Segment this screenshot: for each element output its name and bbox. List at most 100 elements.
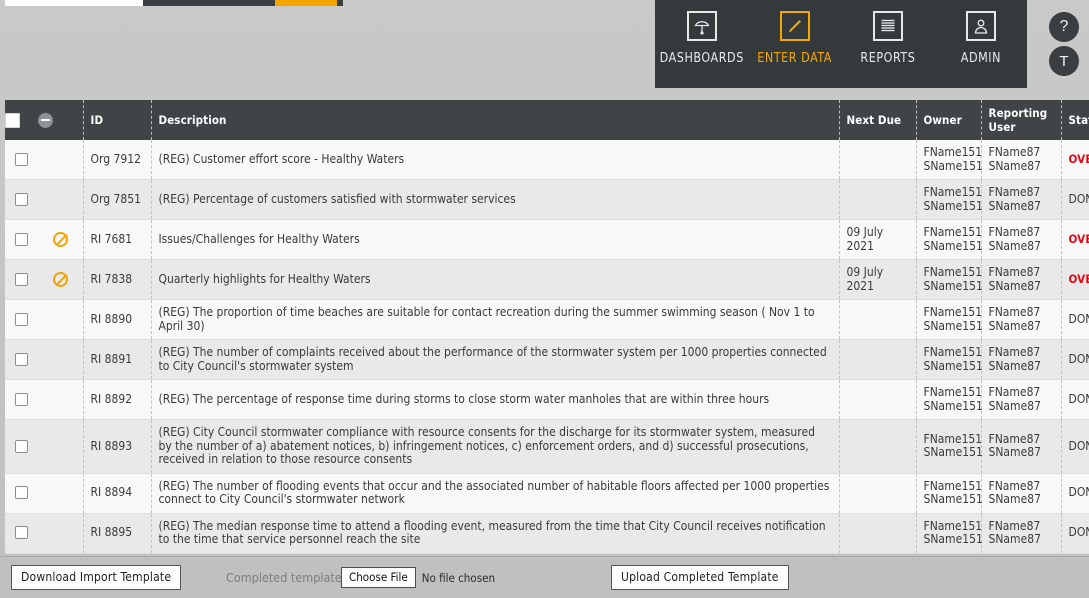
row-next-due-cell [839,379,917,420]
no-entry-icon[interactable] [52,272,68,287]
row-status-icon-cell[interactable] [38,339,84,380]
row-status-cell: OVERDUE [1061,219,1089,260]
header-description[interactable]: Description [151,100,840,140]
row-status-icon-cell[interactable] [38,473,84,514]
row-owner-cell: FName151 SName151 [916,259,983,300]
row-checkbox-icon[interactable] [15,152,28,166]
table-row[interactable]: Org 7851 (REG) Percentage of customers sa… [5,179,1089,220]
row-select-cell[interactable] [5,259,38,300]
header-next-due[interactable]: Next Due [839,100,917,140]
header-owner[interactable]: Owner [916,100,982,140]
status-badge: DONE [1068,525,1089,540]
row-select-cell[interactable] [5,339,38,380]
header-status[interactable]: Status [1061,100,1089,140]
row-checkbox-icon[interactable] [15,526,28,540]
row-select-cell[interactable] [5,219,38,260]
row-select-cell[interactable] [5,379,38,420]
row-reporting-user-cell: FName87 SName87 [981,219,1062,260]
row-owner-cell: FName151 SName151 [916,379,983,420]
upload-completed-template-button[interactable]: Upload Completed Template [611,565,789,590]
header-reporting-user[interactable]: Reporting User [981,100,1062,140]
header-deselect[interactable] [38,100,84,140]
row-checkbox-icon[interactable] [15,312,28,326]
table-row[interactable]: RI 8891 (REG) The number of complaints re… [5,339,1089,380]
table-row[interactable]: RI 8890 (REG) The proportion of time beac… [5,299,1089,340]
row-status-icon-cell[interactable] [38,219,84,260]
row-status-cell: DONE [1061,299,1089,340]
select-all-checkbox-icon[interactable] [5,112,20,128]
table-row[interactable]: RI 8893 (REG) City Council stormwater com… [5,419,1089,474]
nav-item-enter-data[interactable]: ENTER DATA [749,11,841,66]
header-id[interactable]: ID [83,100,152,140]
owner-name-line: FName151 [923,478,983,493]
row-description-cell: (REG) Percentage of customers satisfied … [151,179,840,220]
row-select-cell[interactable] [5,513,38,554]
row-select-cell[interactable] [5,140,38,180]
nav-label-admin: ADMIN [960,50,1001,66]
table-row[interactable]: RI 8894 (REG) The number of flooding even… [5,473,1089,514]
table-row[interactable]: Org 7912 (REG) Customer effort score - He… [5,140,1089,180]
nav-item-dashboards[interactable]: DASHBOARDS [656,11,748,66]
row-checkbox-icon[interactable] [15,192,28,206]
row-reporting-user-cell: FName87 SName87 [981,379,1062,420]
row-description-cell: (REG) The median response time to attend… [151,513,840,554]
help-button[interactable]: ? [1049,12,1079,42]
row-checkbox-icon[interactable] [15,232,28,246]
row-select-cell[interactable] [5,473,38,514]
row-reporting-user-cell: FName87 SName87 [981,419,1062,474]
table-row[interactable]: RI 7681 Issues/Challenges for Healthy Wat… [5,219,1089,260]
row-checkbox-icon[interactable] [15,272,28,286]
minus-circle-icon[interactable] [38,112,53,128]
table-row[interactable]: RI 8895 (REG) The median response time to… [5,513,1089,554]
row-select-cell[interactable] [5,419,38,474]
row-select-cell[interactable] [5,179,38,220]
nav-label-reports: REPORTS [860,50,915,66]
row-owner-cell: FName151 SName151 [916,513,983,554]
row-status-icon-cell[interactable] [38,259,84,300]
row-status-icon-cell[interactable] [38,513,84,554]
row-next-due-cell [839,299,917,340]
row-id-cell: RI 8895 [83,513,152,554]
row-checkbox-icon[interactable] [15,486,28,500]
nav-item-reports[interactable]: REPORTS [842,11,934,66]
row-checkbox-icon[interactable] [15,392,28,406]
row-status-icon-cell[interactable] [38,419,84,474]
row-next-due-cell [839,179,917,220]
download-import-template-button[interactable]: Download Import Template [11,565,182,590]
nav-label-enter-data: ENTER DATA [757,50,832,66]
bottom-toolbar: Download Import Template Completed templ… [0,556,1089,598]
row-description-cell: (REG) The number of flooding events that… [151,473,840,514]
row-select-cell[interactable] [5,299,38,340]
owner-name-line: FName151 [923,385,983,399]
row-description-cell: (REG) The number of complaints received … [151,339,840,380]
choose-file-button[interactable]: Choose File [341,567,416,588]
row-owner-cell: FName151 SName151 [916,179,983,220]
table-row[interactable]: RI 8892 (REG) The percentage of response … [5,379,1089,420]
status-badge: DONE [1068,438,1089,453]
row-id-cell: RI 8891 [83,339,152,380]
row-next-due-cell [839,473,917,514]
row-id-cell: RI 8890 [83,299,152,340]
row-checkbox-icon[interactable] [15,439,28,453]
indicators-table: ID Description Next Due Owner Reporting … [5,100,1089,554]
reporting-user-name-line: SName87 [988,445,1041,460]
owner-name-line: FName151 [923,431,983,446]
reporting-user-name-line: SName87 [988,318,1041,333]
row-checkbox-icon[interactable] [15,352,28,366]
table-row[interactable]: RI 7838 Quarterly highlights for Healthy … [5,259,1089,300]
nav-item-admin[interactable]: ADMIN [935,11,1027,66]
data-grid-container: ID Description Next Due Owner Reporting … [5,100,1089,554]
user-avatar-button[interactable]: T [1049,46,1079,76]
row-status-icon-cell[interactable] [38,379,84,420]
header-select-all[interactable] [5,100,38,140]
row-id-cell: RI 8894 [83,473,152,514]
no-entry-icon[interactable] [52,232,68,247]
row-status-icon-cell[interactable] [38,299,84,340]
row-status-icon-cell[interactable] [38,179,84,220]
row-next-due-cell [839,419,917,474]
no-file-chosen-text: No file chosen [421,570,496,585]
row-status-icon-cell[interactable] [38,140,84,180]
document-lines-icon [872,11,903,41]
row-description-cell: Quarterly highlights for Healthy Waters [151,259,840,300]
row-reporting-user-cell: FName87 SName87 [981,259,1062,300]
